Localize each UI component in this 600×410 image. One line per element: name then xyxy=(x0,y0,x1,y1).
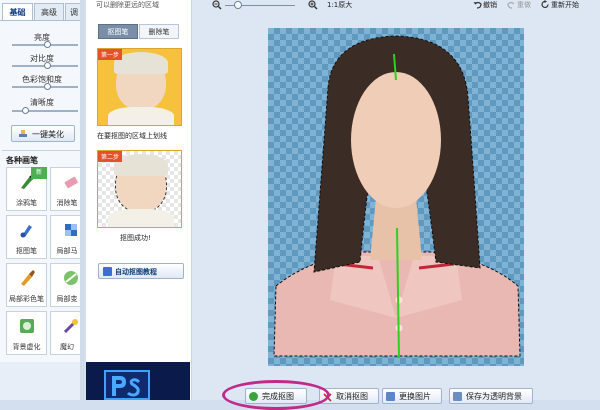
photo-canvas[interactable] xyxy=(268,28,524,366)
section-divider xyxy=(2,150,82,151)
magic-icon xyxy=(62,317,80,335)
auto-cutout-tutorial-label: 自动抠图教程 xyxy=(115,268,157,276)
slider-label-brightness: 亮度 xyxy=(34,33,50,42)
tab-cutout-pen[interactable]: 抠图笔 xyxy=(98,24,138,39)
undo-icon[interactable] xyxy=(473,0,482,9)
tool-local-color-pen[interactable]: 局部彩色笔 xyxy=(6,263,47,307)
tool-local-mosaic[interactable]: 局部马 xyxy=(50,215,84,259)
tool-magic[interactable]: 魔幻 xyxy=(50,311,84,355)
mosaic-icon xyxy=(62,221,80,239)
zoom-out-icon[interactable] xyxy=(212,0,222,10)
tool-cutout-pen-label: 抠图笔 xyxy=(16,247,37,255)
eraser-icon xyxy=(62,173,80,191)
photoshop-logo-icon xyxy=(104,370,150,400)
undo-button[interactable]: 撤销 xyxy=(483,0,497,10)
step1-badge: 第一步 xyxy=(98,49,123,60)
left-panel-footer xyxy=(0,362,84,400)
restart-button[interactable]: 重新开始 xyxy=(551,0,579,10)
top-hint-text: 可以删除更远的区域 xyxy=(96,1,159,9)
step2-caption: 抠图成功! xyxy=(120,234,151,242)
color-brush-icon xyxy=(18,269,36,287)
baby-body-shape xyxy=(108,107,174,125)
slider-label-saturation: 色彩饱和度 xyxy=(22,75,62,84)
canvas-area: 1:1原大 撤销 重做 重新开始 完成抠图 取消抠图 更换图片 保存为透明背景 xyxy=(192,0,600,410)
tool-local-mosaic-label: 局部马 xyxy=(56,247,78,255)
tool-local-color-pen-label: 局部彩色笔 xyxy=(9,295,44,303)
slider-knob-brightness[interactable] xyxy=(44,41,51,48)
new-badge: 新 xyxy=(31,167,47,179)
auto-cutout-tutorial-button[interactable]: 自动抠图教程 xyxy=(98,263,184,279)
tab-delete-pen[interactable]: 删除笔 xyxy=(139,24,179,39)
photoshop-ad-banner[interactable] xyxy=(86,362,190,400)
tool-magic-label: 魔幻 xyxy=(60,343,74,351)
baby-hat-shape xyxy=(114,52,168,74)
left-scrollbar[interactable] xyxy=(80,0,84,400)
one-click-beautify-button[interactable]: 一键美化 xyxy=(11,125,75,142)
tool-cutout-pen[interactable]: 抠图笔 xyxy=(6,215,47,259)
baby-body-cutout-shape xyxy=(108,209,174,227)
tab-basic-label: 基础 xyxy=(9,8,26,17)
tool-background-blur-label: 背景虚化 xyxy=(12,343,41,351)
portrait-cutout xyxy=(273,35,521,359)
step1-example-image: 第一步 xyxy=(97,48,182,126)
slider-knob-sharpness[interactable] xyxy=(22,107,29,114)
slider-label-sharpness: 清晰度 xyxy=(30,98,54,107)
tab-cutout-pen-label: 抠图笔 xyxy=(107,28,129,36)
slider-knob-saturation[interactable] xyxy=(44,83,51,90)
left-panel: 基础 高级 调 亮度 对比度 色彩饱和度 清晰度 一键美化 各种画笔 新 涂鸦笔… xyxy=(0,0,84,400)
zoom-slider-knob[interactable] xyxy=(234,1,242,9)
local-change-icon xyxy=(62,269,80,287)
section-title-brushes: 各种画笔 xyxy=(6,156,38,165)
blurred-face-shape xyxy=(351,72,441,208)
magic-wand-icon xyxy=(18,129,28,139)
tool-background-blur[interactable]: 背景虚化 xyxy=(6,311,47,355)
tab-advanced-label: 高级 xyxy=(41,8,57,17)
tutorial-book-icon xyxy=(103,267,112,276)
slider-label-contrast: 对比度 xyxy=(30,54,54,63)
tool-eraser-pen[interactable]: 消除笔 xyxy=(50,167,84,211)
step2-badge: 第二步 xyxy=(98,151,123,162)
one-click-beautify-label: 一键美化 xyxy=(32,130,64,139)
tab-third-label: 调 xyxy=(70,8,78,17)
tool-local-change-label: 局部变 xyxy=(56,295,78,303)
zoom-in-icon[interactable] xyxy=(308,0,318,10)
tool-local-change[interactable]: 局部变 xyxy=(50,263,84,307)
highlight-circle xyxy=(222,380,330,410)
tab-basic[interactable]: 基础 xyxy=(2,3,33,20)
step1-caption: 在要抠图的区域上划线 xyxy=(97,132,167,140)
restart-icon[interactable] xyxy=(541,0,550,9)
redo-button[interactable]: 重做 xyxy=(517,0,531,10)
background-blur-icon xyxy=(18,317,36,335)
tab-divider xyxy=(0,20,84,21)
tool-doodle-pen-label: 涂鸦笔 xyxy=(16,199,37,207)
step2-example-image: 第二步 xyxy=(97,150,182,228)
slider-knob-contrast[interactable] xyxy=(44,62,51,69)
actual-size-button[interactable]: 1:1原大 xyxy=(327,0,352,10)
tool-doodle-pen[interactable]: 新 涂鸦笔 xyxy=(6,167,47,211)
tab-delete-pen-label: 删除笔 xyxy=(148,28,170,36)
tab-advanced[interactable]: 高级 xyxy=(34,3,64,20)
baby-hat-cutout-shape xyxy=(114,154,168,176)
middle-panel: 可以删除更远的区域 抠图笔 删除笔 第一步 在要抠图的区域上划线 第二步 抠图成… xyxy=(86,0,192,400)
photoshop-ps-glyph xyxy=(112,376,141,397)
replace-image-button[interactable]: 更换图片 xyxy=(382,388,442,404)
cutout-pen-icon xyxy=(18,221,36,239)
redo-icon[interactable] xyxy=(507,0,516,9)
save-transparent-button[interactable]: 保存为透明背景 xyxy=(449,388,533,404)
tool-eraser-pen-label: 消除笔 xyxy=(56,199,78,207)
